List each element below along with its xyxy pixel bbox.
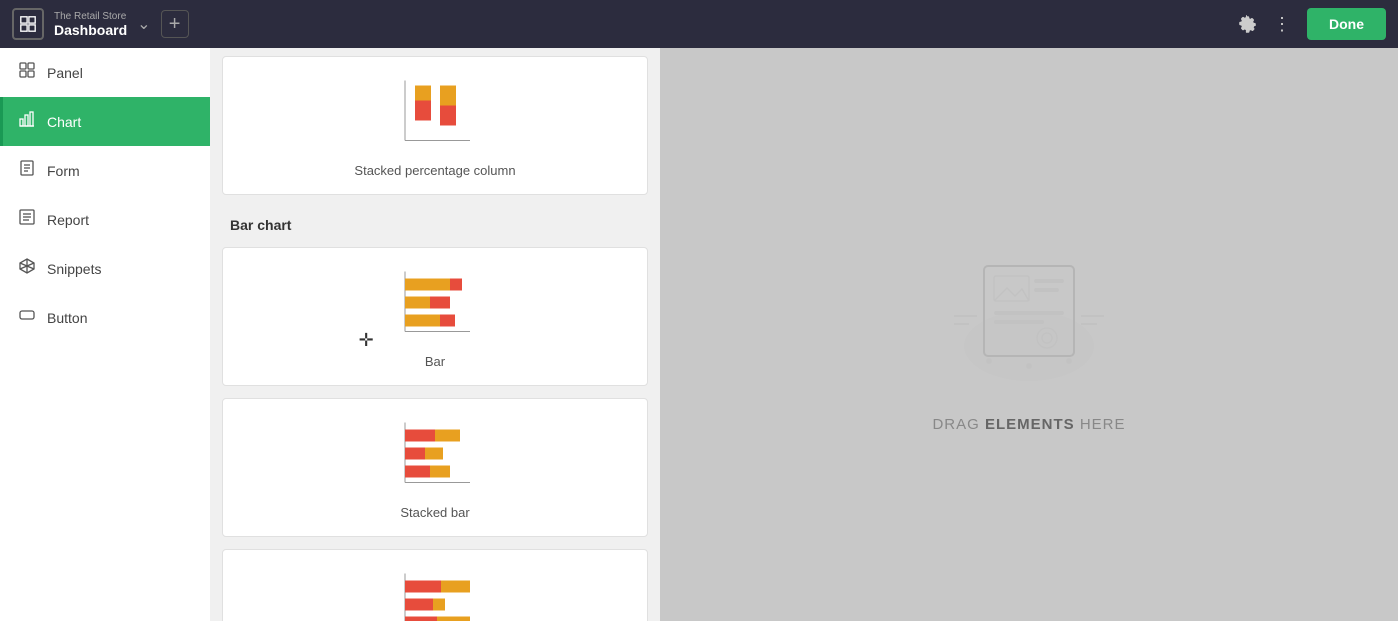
drag-text-bold: ELEMENTS xyxy=(985,416,1075,433)
drop-zone: DRAG ELEMENTS HERE xyxy=(660,48,1398,621)
snippets-icon xyxy=(19,258,35,279)
sidebar-item-form[interactable]: Form xyxy=(0,146,210,195)
app-subtitle: The Retail Store xyxy=(54,11,127,22)
sidebar-chart-label: Chart xyxy=(47,114,81,130)
add-button[interactable]: + xyxy=(161,10,189,38)
dropdown-chevron-icon[interactable]: ⌄ xyxy=(137,14,150,34)
sidebar-report-label: Report xyxy=(47,212,89,228)
chart-card-stacked-pct-bar[interactable]: Stacked percentage bar xyxy=(222,549,648,621)
chart-panel: Stacked percentage column Bar chart ✛ Ba… xyxy=(210,48,660,621)
chart-icon xyxy=(19,111,35,132)
button-icon xyxy=(19,307,35,328)
drag-text-1: DRAG xyxy=(932,416,985,433)
stacked-bar-label: Stacked bar xyxy=(400,505,469,520)
sidebar-item-button[interactable]: Button xyxy=(0,293,210,342)
sidebar-item-snippets[interactable]: Snippets xyxy=(0,244,210,293)
sidebar-snippets-label: Snippets xyxy=(47,261,101,277)
bar-thumbnail xyxy=(385,264,485,344)
drag-elements-text: DRAG ELEMENTS HERE xyxy=(932,416,1125,433)
stacked-bar-thumbnail xyxy=(385,415,485,495)
sidebar-form-label: Form xyxy=(47,163,80,179)
bar-label: Bar xyxy=(425,354,445,369)
report-icon xyxy=(19,209,35,230)
done-button[interactable]: Done xyxy=(1307,8,1386,40)
app-main-title: Dashboard xyxy=(54,22,127,38)
sidebar-panel-label: Panel xyxy=(47,65,83,81)
drag-text-2: HERE xyxy=(1075,416,1126,433)
sidebar: Panel Chart Fo xyxy=(0,48,210,621)
chart-card-bar[interactable]: ✛ Bar xyxy=(222,247,648,386)
bar-chart-section-header: Bar chart xyxy=(210,203,660,243)
more-options-icon[interactable]: ⋮ xyxy=(1273,14,1291,35)
sidebar-item-chart[interactable]: Chart xyxy=(0,97,210,146)
sidebar-button-label: Button xyxy=(47,310,87,326)
stacked-pct-column-label: Stacked percentage column xyxy=(354,163,515,178)
stacked-pct-column-thumbnail xyxy=(385,73,485,153)
stacked-pct-bar-thumbnail xyxy=(385,566,485,621)
form-icon xyxy=(19,160,35,181)
topbar: The Retail Store Dashboard ⌄ + ⋮ Done xyxy=(0,0,1398,48)
app-title: The Retail Store Dashboard xyxy=(54,11,127,38)
sidebar-item-report[interactable]: Report xyxy=(0,195,210,244)
drag-illustration xyxy=(929,236,1129,396)
move-cursor-icon: ✛ xyxy=(359,330,374,351)
settings-gear-icon[interactable] xyxy=(1237,14,1257,34)
panel-icon xyxy=(19,62,35,83)
sidebar-item-panel[interactable]: Panel xyxy=(0,48,210,97)
chart-card-stacked-bar[interactable]: Stacked bar xyxy=(222,398,648,537)
main-layout: Panel Chart Fo xyxy=(0,48,1398,621)
chart-card-stacked-pct-column[interactable]: Stacked percentage column xyxy=(222,56,648,195)
app-logo xyxy=(12,8,44,40)
